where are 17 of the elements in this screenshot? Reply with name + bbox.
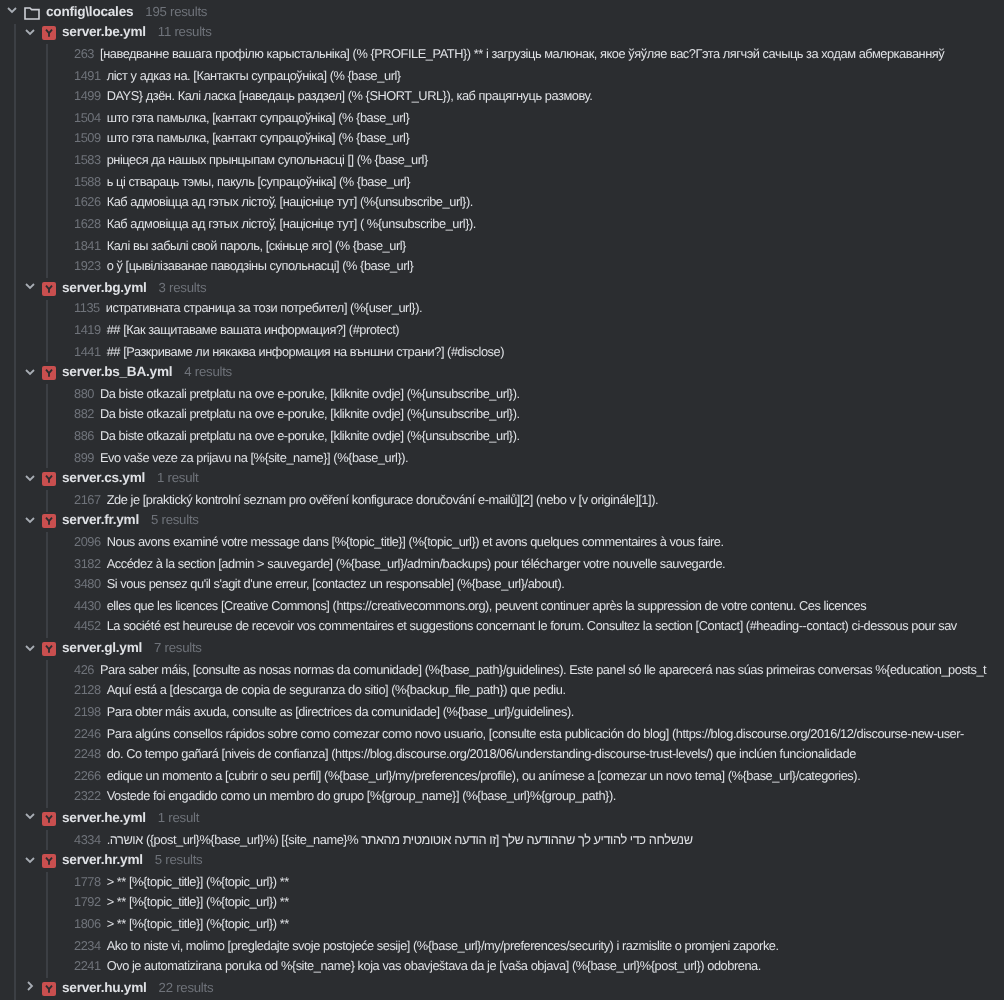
chevron-down-icon[interactable] — [24, 513, 36, 526]
yaml-file-icon — [42, 26, 56, 41]
yaml-file-icon — [42, 642, 56, 657]
chevron-right-icon[interactable] — [24, 980, 36, 993]
yaml-file-icon — [42, 472, 56, 487]
yaml-file-icon — [42, 854, 56, 869]
folder-icon — [24, 5, 40, 20]
yaml-file-icon — [42, 366, 56, 381]
chevron-down-icon[interactable] — [24, 471, 36, 484]
chevron-down-icon[interactable] — [24, 810, 36, 823]
chevron-down-icon[interactable] — [24, 280, 36, 293]
chevron-down-icon[interactable] — [24, 365, 36, 378]
chevron-down-icon[interactable] — [24, 641, 36, 654]
chevron-down-icon[interactable] — [24, 853, 36, 866]
yaml-file-icon — [42, 514, 56, 529]
yaml-file-icon — [42, 811, 56, 826]
yaml-file-icon — [42, 281, 56, 296]
